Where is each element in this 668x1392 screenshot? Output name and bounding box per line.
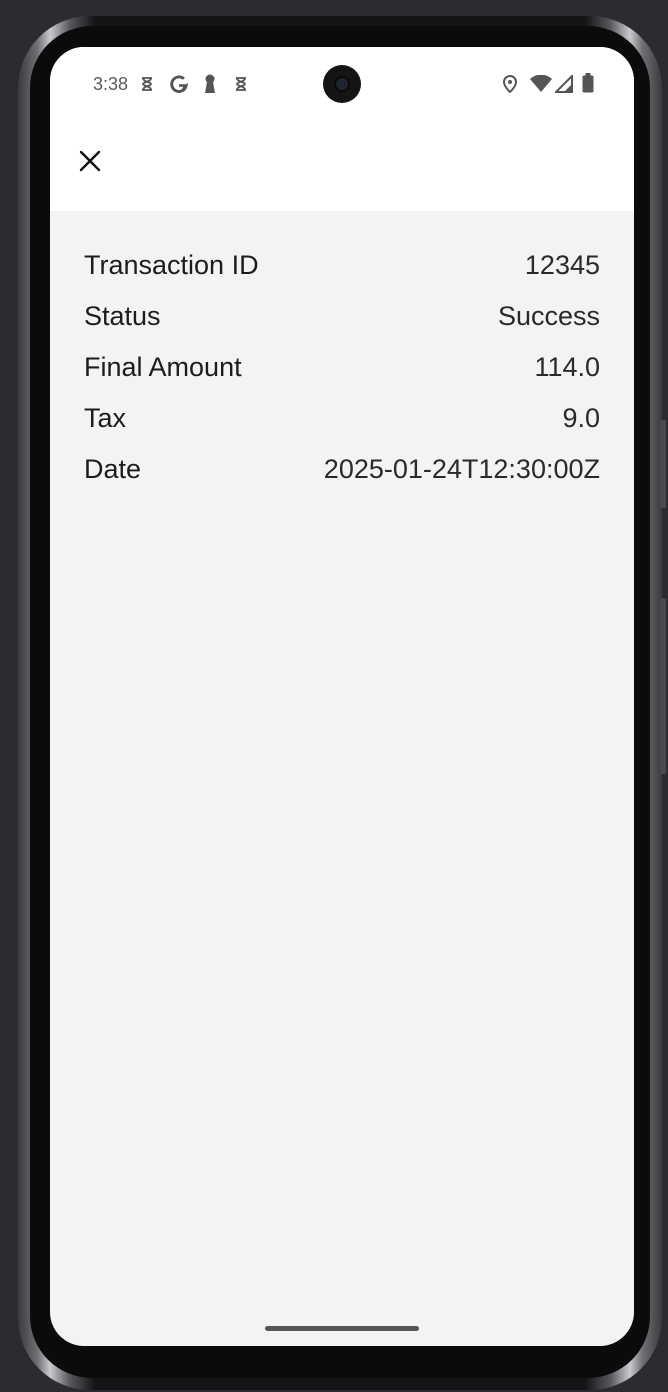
- signal-icon: [553, 73, 573, 98]
- detail-value: 114.0: [534, 352, 600, 382]
- detail-label: Transaction ID: [84, 250, 259, 280]
- detail-value: 12345: [524, 250, 600, 280]
- close-icon: [79, 150, 101, 177]
- detail-row-date: Date 2025-01-24T12:30:00Z: [84, 444, 600, 495]
- detail-label: Final Amount: [84, 352, 242, 382]
- detail-row-tax: Tax 9.0: [84, 393, 600, 444]
- detail-value: 9.0: [562, 403, 600, 433]
- app-bar: [50, 127, 634, 211]
- status-bar: 3:38: [50, 47, 634, 127]
- detail-row-status: Status Success: [84, 291, 600, 342]
- screen: 3:38 Transaction ID 12345 Status Success…: [50, 47, 634, 1346]
- status-time: 3:38: [93, 74, 129, 94]
- front-camera: [323, 65, 361, 103]
- power-button: [660, 598, 666, 774]
- detail-label: Status: [84, 301, 161, 331]
- volume-button: [660, 420, 666, 508]
- detail-row-transaction-id: Transaction ID 12345: [84, 240, 600, 291]
- detail-label: Date: [84, 454, 142, 484]
- detail-row-final-amount: Final Amount 114.0: [84, 342, 600, 393]
- transaction-details: Transaction ID 12345 Status Success Fina…: [84, 240, 600, 495]
- keyhole-icon: [203, 74, 217, 99]
- google-icon: [169, 74, 189, 99]
- close-button[interactable]: [72, 145, 108, 181]
- detail-label: Tax: [84, 403, 127, 433]
- hourglass-icon: [141, 77, 153, 96]
- location-icon: [502, 74, 518, 98]
- battery-icon: [582, 73, 594, 98]
- detail-value: Success: [497, 301, 600, 331]
- home-indicator[interactable]: [265, 1326, 419, 1331]
- wifi-icon: [530, 74, 552, 98]
- detail-value: 2025-01-24T12:30:00Z: [323, 454, 600, 484]
- hourglass-icon: [235, 77, 247, 96]
